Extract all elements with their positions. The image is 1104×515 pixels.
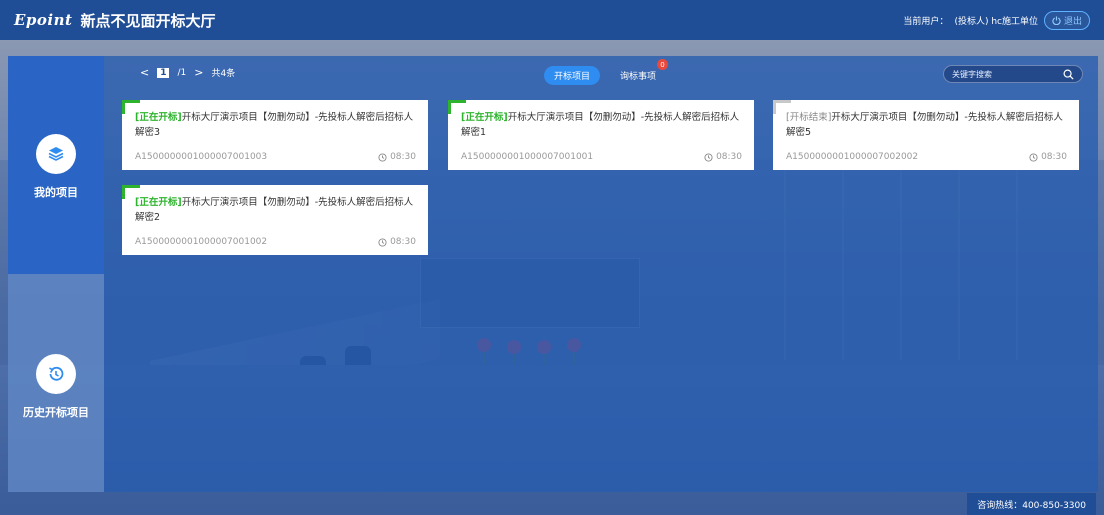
card-project-code: A1500000001000007001002 [135,237,268,247]
brand-logo: Epoint [14,11,73,29]
clock-icon [1029,152,1038,162]
card-time: 08:30 [378,237,416,247]
project-card[interactable]: [正在开标]开标大厅演示项目【勿删勿动】-先投标人解密后招标人解密2 A1500… [122,185,428,255]
current-user-name: (投标人) hc施工单位 [954,16,1038,27]
app-logo: Epoint 新点不见面开标大厅 [14,10,215,31]
card-time: 08:30 [1029,152,1067,162]
my-projects-icon-circle [36,134,76,174]
search-box [943,65,1083,83]
logout-button[interactable]: 退出 [1043,10,1090,30]
hotline-label: 咨询热线：400-850-3300 [967,493,1096,515]
card-title: [正在开标]开标大厅演示项目【勿删勿动】-先投标人解密后招标人解密1 [461,110,742,140]
card-time-value: 08:30 [716,152,742,162]
sidebar-item-my-projects[interactable]: 我的项目 [8,56,104,274]
card-footer: A1500000001000007001001 08:30 [461,152,742,162]
card-title: [正在开标]开标大厅演示项目【勿删勿动】-先投标人解密后招标人解密3 [135,110,416,140]
card-footer: A1500000001000007002002 08:30 [786,152,1067,162]
sidebar-item-label: 历史开标项目 [23,406,89,419]
current-page: 1 [157,67,170,78]
tab-label: 询标事项 [620,72,657,82]
project-card[interactable]: [正在开标]开标大厅演示项目【勿删勿动】-先投标人解密后招标人解密1 A1500… [448,100,754,170]
tab-inquiry-items[interactable]: 询标事项 0 [610,59,669,85]
total-count: 共4条 [211,69,236,79]
current-user-label: 当前用户： [903,16,949,27]
sidebar-nav: 我的项目 历史开标项目 [8,56,104,492]
tab-bid-opening-projects[interactable]: 开标项目 [544,66,601,85]
card-corner-mark [122,100,125,114]
project-card[interactable]: [开标结束]开标大厅演示项目【勿删勿动】-先投标人解密后招标人解密5 A1500… [773,100,1079,170]
history-icon [49,366,64,381]
card-footer: A1500000001000007001003 08:30 [135,152,416,162]
card-time-value: 08:30 [1041,152,1067,162]
top-header: Epoint 新点不见面开标大厅 当前用户： (投标人) hc施工单位 退出 [0,0,1104,40]
power-icon [1052,15,1061,25]
tab-bar: 开标项目 询标事项 0 [544,59,669,85]
sidebar-item-label: 我的项目 [34,186,78,199]
card-project-code: A1500000001000007001001 [461,152,594,162]
next-page-button[interactable]: > [194,66,203,79]
project-card[interactable]: [正在开标]开标大厅演示项目【勿删勿动】-先投标人解密后招标人解密3 A1500… [122,100,428,170]
card-title: [正在开标]开标大厅演示项目【勿删勿动】-先投标人解密后招标人解密2 [135,195,416,225]
layers-icon [48,147,64,161]
card-project-code: A1500000001000007001003 [135,152,268,162]
card-project-code: A1500000001000007002002 [786,152,919,162]
pagination: < 1 /1 > 共4条 [140,66,235,79]
clock-icon [704,152,713,162]
card-corner-mark [122,185,125,199]
card-time: 08:30 [704,152,742,162]
search-input[interactable] [952,69,1063,79]
search-icon[interactable] [1063,69,1074,80]
card-time-value: 08:30 [390,237,416,247]
clock-icon [378,152,387,162]
history-icon-circle [36,354,76,394]
card-corner-mark [448,100,451,114]
sidebar-item-history-projects[interactable]: 历史开标项目 [8,274,104,492]
notification-badge: 0 [657,59,669,70]
clock-icon [378,237,387,247]
tab-label: 开标项目 [554,72,591,82]
user-area: 当前用户： (投标人) hc施工单位 退出 [903,10,1090,30]
app-title: 新点不见面开标大厅 [80,11,216,30]
card-time-value: 08:30 [390,152,416,162]
card-footer: A1500000001000007001002 08:30 [135,237,416,247]
card-status: [正在开标] [461,112,508,123]
card-status: [正在开标] [135,197,182,208]
logout-label: 退出 [1063,16,1082,27]
card-corner-mark [773,100,776,114]
prev-page-button[interactable]: < [140,66,149,79]
card-status: [正在开标] [135,112,182,123]
total-pages: /1 [177,67,187,78]
card-time: 08:30 [378,152,416,162]
card-title: [开标结束]开标大厅演示项目【勿删勿动】-先投标人解密后招标人解密5 [786,110,1067,140]
card-status: [开标结束] [786,112,832,123]
